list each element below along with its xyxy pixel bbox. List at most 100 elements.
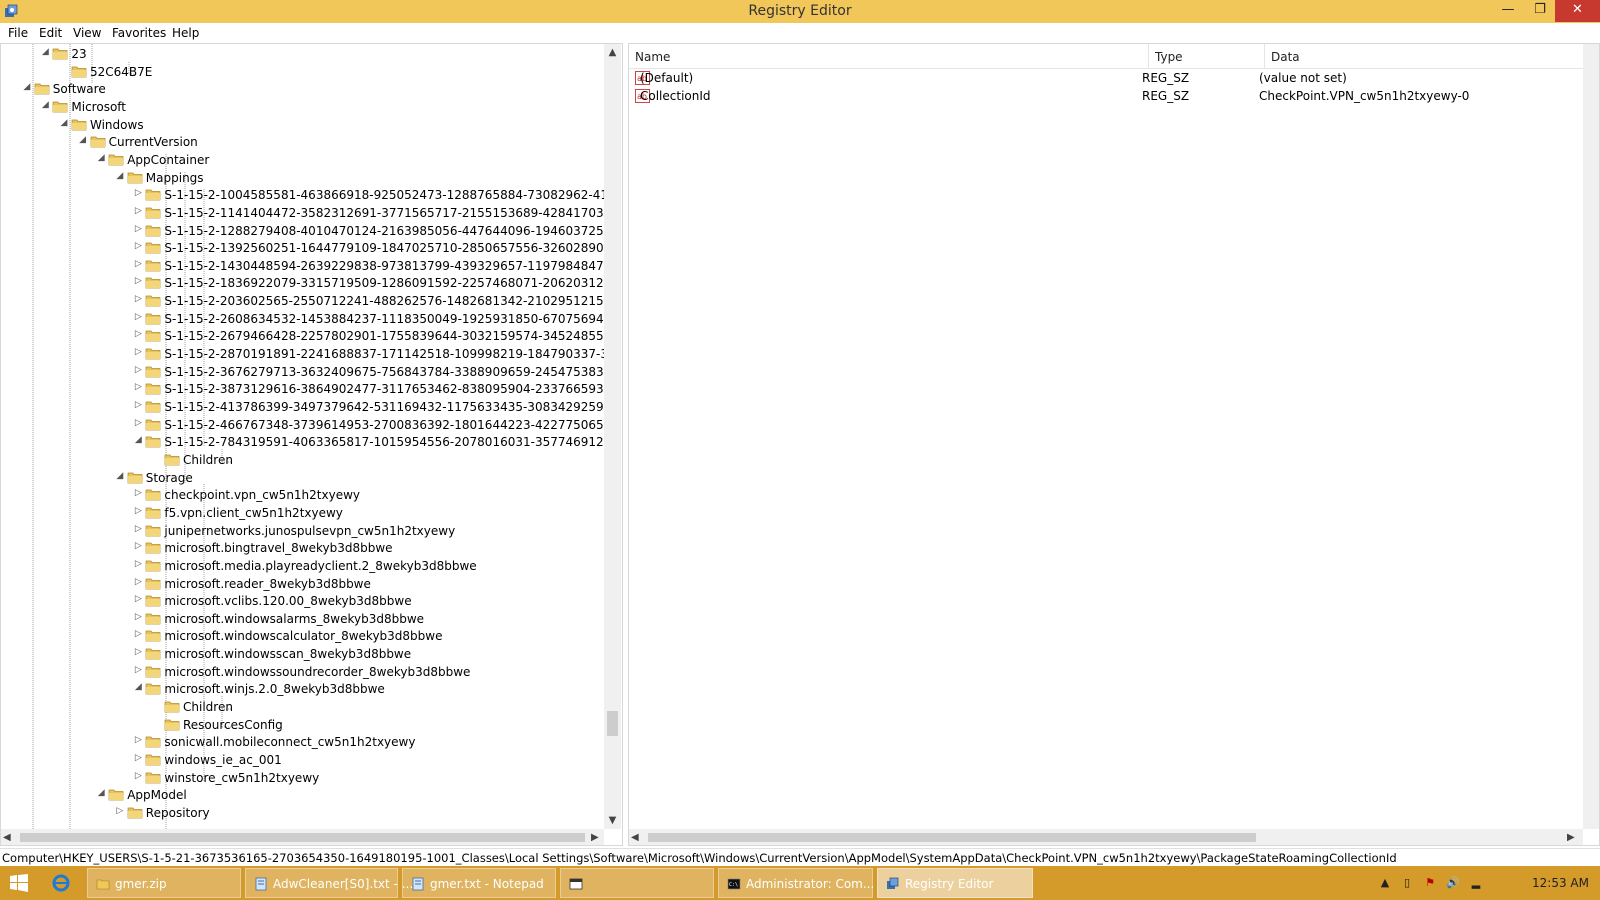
taskbar-item-gmer-notepad[interactable]: gmer.txt - Notepad xyxy=(402,868,556,898)
collapse-arrow-icon[interactable]: ◢ xyxy=(133,435,143,445)
tree-node[interactable]: ▷ microsoft.windowscalculator_8wekyb3d8bb… xyxy=(1,627,604,645)
expand-arrow-icon[interactable]: ▷ xyxy=(133,294,143,304)
taskbar-item-gmer-zip[interactable]: gmer.zip xyxy=(87,868,241,898)
scroll-up-arrow-icon[interactable]: ▲ xyxy=(604,44,621,61)
windows-start-icon[interactable] xyxy=(8,873,30,893)
tree-node[interactable]: ▷ winstore_cw5n1h2txyewy xyxy=(1,769,604,787)
tree-node[interactable]: ◢ Microsoft xyxy=(1,98,604,116)
tree-node[interactable]: ◢ S-1-15-2-784319591-4063365817-101595455… xyxy=(1,433,616,451)
value-row-collectionid[interactable]: ab CollectionId REG_SZ CheckPoint.VPN_cw… xyxy=(629,87,1584,105)
list-hscroll-thumb[interactable] xyxy=(648,833,1256,842)
show-hidden-icons-icon[interactable]: ▲ xyxy=(1378,876,1392,890)
taskbar-item-cmd[interactable]: C:\ Administrator: Com... xyxy=(718,868,874,898)
collapse-arrow-icon[interactable]: ◢ xyxy=(22,82,32,92)
expand-arrow-icon[interactable]: ▷ xyxy=(133,541,143,551)
scroll-right-arrow-icon[interactable]: ▶ xyxy=(1567,829,1575,845)
tree-node[interactable]: ▷ S-1-15-2-2679466428-2257802901-17558396… xyxy=(1,327,619,345)
expand-arrow-icon[interactable]: ▷ xyxy=(133,506,143,516)
tree-vertical-scrollbar[interactable]: ▲ ▼ xyxy=(604,44,621,829)
expand-arrow-icon[interactable]: ▷ xyxy=(133,771,143,781)
expand-arrow-icon[interactable]: ▷ xyxy=(133,488,143,498)
tree-node[interactable]: ▷ S-1-15-2-1288279408-4010470124-21639850… xyxy=(1,222,616,240)
scroll-down-arrow-icon[interactable]: ▼ xyxy=(604,812,621,829)
tree-node[interactable]: ▷ S-1-15-2-2870191891-2241688837-17114251… xyxy=(1,345,616,363)
expand-arrow-icon[interactable]: ▷ xyxy=(133,365,143,375)
expand-arrow-icon[interactable]: ▷ xyxy=(133,206,143,216)
device-icon[interactable]: ▯ xyxy=(1400,876,1414,890)
menu-view[interactable]: View xyxy=(73,26,101,40)
tree-node[interactable]: ▷ S-1-15-2-1836922079-3315719509-12860915… xyxy=(1,274,619,292)
column-header-data[interactable]: Data xyxy=(1265,44,1583,68)
registry-values-list[interactable]: Name Type Data ab (Default) REG_SZ (valu… xyxy=(628,43,1600,846)
expand-arrow-icon[interactable]: ▷ xyxy=(133,594,143,604)
collapse-arrow-icon[interactable]: ◢ xyxy=(133,682,143,692)
tree-node[interactable]: ▷ S-1-15-2-3676279713-3632409675-75684378… xyxy=(1,363,616,381)
collapse-arrow-icon[interactable]: ◢ xyxy=(78,135,88,145)
taskbar-clock[interactable]: 12:53 AM xyxy=(1532,876,1589,890)
tree-node[interactable]: 52C64B7E xyxy=(1,63,604,81)
tree-node[interactable]: ◢ 23 xyxy=(1,45,604,63)
tree-node[interactable]: ▷ microsoft.bingtravel_8wekyb3d8bbwe xyxy=(1,539,604,557)
list-horizontal-scrollbar[interactable]: ◀ ▶ xyxy=(629,829,1583,845)
value-row-default[interactable]: ab (Default) REG_SZ (value not set) xyxy=(629,69,1584,87)
tree-node[interactable]: ▷ microsoft.reader_8wekyb3d8bbwe xyxy=(1,575,604,593)
action-center-flag-icon[interactable]: ⚑ xyxy=(1423,876,1437,890)
menu-edit[interactable]: Edit xyxy=(39,26,62,40)
collapse-arrow-icon[interactable]: ◢ xyxy=(96,153,106,163)
scroll-left-arrow-icon[interactable]: ◀ xyxy=(631,829,639,845)
tree-horizontal-scrollbar[interactable]: ◀ ▶ xyxy=(1,829,604,845)
tree-node[interactable]: ▷ microsoft.vclibs.120.00_8wekyb3d8bbwe xyxy=(1,592,604,610)
column-header-name[interactable]: Name xyxy=(629,44,1149,68)
tree-node[interactable]: ▷ S-1-15-2-1141404472-3582312691-37715657… xyxy=(1,204,619,222)
tree-node[interactable]: ◢ AppModel xyxy=(1,786,604,804)
expand-arrow-icon[interactable]: ▷ xyxy=(133,382,143,392)
expand-arrow-icon[interactable]: ▷ xyxy=(133,329,143,339)
tree-node[interactable]: ▷ S-1-15-2-1004585581-463866918-925052473… xyxy=(1,186,616,204)
tree-node[interactable]: ◢ AppContainer xyxy=(1,151,604,169)
internet-explorer-icon[interactable] xyxy=(50,873,72,893)
collapse-arrow-icon[interactable]: ◢ xyxy=(40,100,50,110)
expand-arrow-icon[interactable]: ▷ xyxy=(133,647,143,657)
registry-key-tree[interactable]: ◢ 23 52C64B7E ◢ Software ◢ Microsoft ◢ Windows ◢ C… xyxy=(0,43,623,846)
tree-node[interactable]: ▷ S-1-15-2-466767348-3739614953-270083639… xyxy=(1,416,616,434)
tree-node[interactable]: ◢ Mappings xyxy=(1,169,604,187)
minimize-button[interactable]: — xyxy=(1493,0,1523,22)
list-vertical-scrollbar[interactable] xyxy=(1583,44,1599,829)
collapse-arrow-icon[interactable]: ◢ xyxy=(115,171,125,181)
tree-node[interactable]: ▷ S-1-15-2-413786399-3497379642-531169432… xyxy=(1,398,616,416)
tree-node[interactable]: ◢ Storage xyxy=(1,469,604,487)
tree-node[interactable]: ▷ f5.vpn.client_cw5n1h2txyewy xyxy=(1,504,604,522)
tree-node[interactable]: ▷ S-1-15-2-1392560251-1644779109-18470257… xyxy=(1,239,619,257)
tree-node[interactable]: ◢ CurrentVersion xyxy=(1,133,604,151)
tree-node[interactable]: ▷ junipernetworks.junospulsevpn_cw5n1h2tx… xyxy=(1,522,604,540)
scroll-right-arrow-icon[interactable]: ▶ xyxy=(591,829,599,845)
tree-node[interactable]: ▷ microsoft.windowsscan_8wekyb3d8bbwe xyxy=(1,645,604,663)
expand-arrow-icon[interactable]: ▷ xyxy=(133,241,143,251)
tree-node[interactable]: ▷ microsoft.media.playreadyclient.2_8weky… xyxy=(1,557,604,575)
tree-node[interactable]: ◢ microsoft.winjs.2.0_8wekyb3d8bbwe xyxy=(1,680,604,698)
taskbar-item-app[interactable] xyxy=(560,868,714,898)
expand-arrow-icon[interactable]: ▷ xyxy=(133,735,143,745)
tree-node[interactable]: Children xyxy=(1,698,604,716)
expand-arrow-icon[interactable]: ▷ xyxy=(133,188,143,198)
collapse-arrow-icon[interactable]: ◢ xyxy=(96,788,106,798)
expand-arrow-icon[interactable]: ▷ xyxy=(133,312,143,322)
tree-node[interactable]: ▷ S-1-15-2-2608634532-1453884237-11183500… xyxy=(1,310,616,328)
tree-node[interactable]: ▷ microsoft.windowsalarms_8wekyb3d8bbwe xyxy=(1,610,604,628)
menu-file[interactable]: File xyxy=(8,26,28,40)
tree-hscroll-thumb[interactable] xyxy=(20,833,585,842)
expand-arrow-icon[interactable]: ▷ xyxy=(133,559,143,569)
volume-icon[interactable]: 🔊 xyxy=(1446,876,1460,890)
close-button[interactable]: ✕ xyxy=(1555,0,1600,22)
expand-arrow-icon[interactable]: ▷ xyxy=(133,276,143,286)
tree-node[interactable]: ◢ Software xyxy=(1,80,604,98)
menu-help[interactable]: Help xyxy=(172,26,199,40)
tree-node[interactable]: ▷ windows_ie_ac_001 xyxy=(1,751,604,769)
tree-node[interactable]: ▷ S-1-15-2-3873129616-3864902477-31176534… xyxy=(1,380,616,398)
tree-node[interactable]: ▷ microsoft.windowssoundrecorder_8wekyb3d… xyxy=(1,663,604,681)
tree-node[interactable]: Children xyxy=(1,451,604,469)
tree-node[interactable]: ◢ Windows xyxy=(1,116,604,134)
collapse-arrow-icon[interactable]: ◢ xyxy=(40,47,50,57)
expand-arrow-icon[interactable]: ▷ xyxy=(133,347,143,357)
expand-arrow-icon[interactable]: ▷ xyxy=(133,259,143,269)
